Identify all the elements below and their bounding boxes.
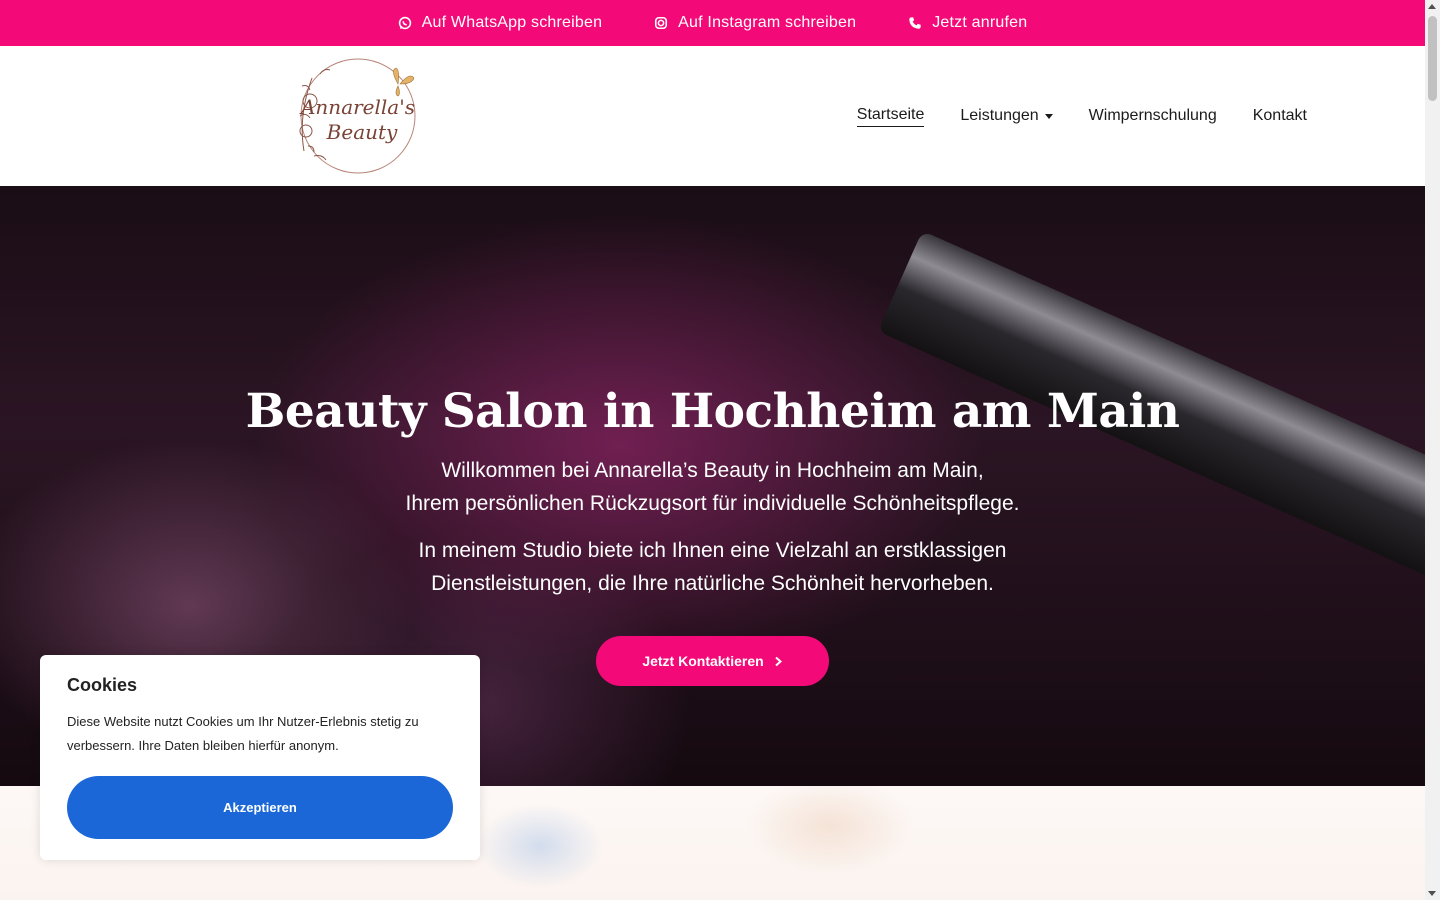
cookie-text: Diese Website nutzt Cookies um Ihr Nutze… (67, 714, 419, 753)
whatsapp-label: Auf WhatsApp schreiben (421, 14, 603, 31)
nav-item-contact[interactable]: Kontakt (1253, 107, 1307, 125)
scrollbar-thumb[interactable] (1428, 16, 1437, 101)
accept-cookies-button[interactable]: Akzeptieren (67, 776, 453, 839)
scroll-down-icon[interactable] (1428, 891, 1436, 896)
contact-cta-label: Jetzt Kontaktieren (642, 653, 764, 669)
instagram-link[interactable]: Auf Instagram schreiben (654, 14, 856, 32)
nav-item-contact-label: Kontakt (1252, 107, 1307, 124)
main-nav: Startseite Leistungen Wimpernschulung Ko… (856, 46, 1307, 186)
hero-title: Beauty Salon in Hochheim am Main (245, 384, 1180, 439)
logo-graphic: Annarella's Beauty (299, 58, 416, 174)
hero-description-line2: Dienstleistungen, die Ihre natürliche Sc… (431, 572, 994, 595)
contact-cta-button[interactable]: Jetzt Kontaktieren (596, 636, 829, 686)
site-header: Annarella's Beauty Startseite Leistungen… (0, 46, 1425, 186)
scroll-up-icon[interactable] (1428, 4, 1436, 9)
caret-down-icon (1044, 113, 1053, 119)
phone-link[interactable]: Jetzt anrufen (908, 14, 1027, 32)
whatsapp-link[interactable]: Auf WhatsApp schreiben (398, 14, 603, 32)
chevron-right-icon (775, 656, 782, 666)
phone-label: Jetzt anrufen (932, 14, 1028, 31)
logo[interactable]: Annarella's Beauty (290, 56, 422, 176)
cookie-title: Cookies (67, 675, 138, 695)
hero-description: In meinem Studio biete ich Ihnen eine Vi… (0, 534, 1425, 600)
nav-item-services-label: Leistungen (960, 107, 1039, 124)
hero-description-line1: In meinem Studio biete ich Ihnen eine Vi… (418, 539, 1007, 562)
nav-item-home[interactable]: Startseite (856, 106, 925, 127)
page-scrollbar[interactable] (1425, 0, 1440, 900)
instagram-label: Auf Instagram schreiben (678, 14, 857, 31)
phone-icon (909, 17, 921, 29)
hero-intro-line1: Willkommen bei Annarella’s Beauty in Hoc… (441, 459, 984, 482)
whatsapp-icon (398, 16, 411, 30)
accept-cookies-label: Akzeptieren (223, 800, 297, 815)
nav-item-home-label: Startseite (856, 106, 925, 127)
hero-intro-line2: Ihrem persönlichen Rückzugsort für indiv… (405, 492, 1020, 515)
top-contact-bar: Auf WhatsApp schreiben Auf Instagram sch… (0, 0, 1425, 46)
nav-item-services[interactable]: Leistungen (960, 107, 1053, 125)
nav-item-training[interactable]: Wimpernschulung (1089, 107, 1217, 125)
hero-intro: Willkommen bei Annarella’s Beauty in Hoc… (0, 454, 1425, 520)
logo-text-line2: Beauty (326, 120, 398, 144)
logo-text-line1: Annarella's (299, 95, 415, 119)
instagram-icon (655, 16, 668, 30)
cookie-banner: Cookies Diese Website nutzt Cookies um I… (40, 655, 480, 860)
nav-item-training-label: Wimpernschulung (1088, 107, 1217, 124)
